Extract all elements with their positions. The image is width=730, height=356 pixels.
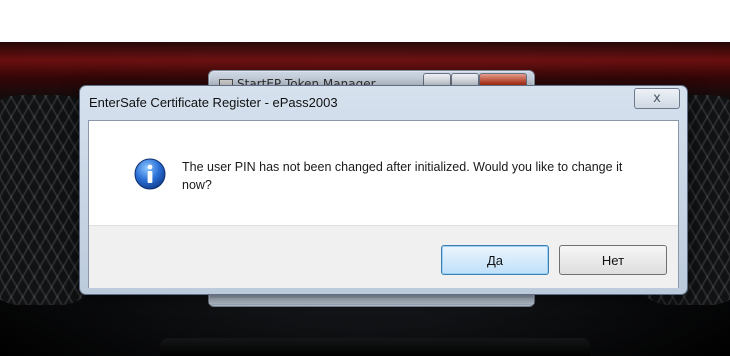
wallpaper-bottom-panel (160, 338, 590, 356)
message-dialog: EnterSafe Certificate Register - ePass20… (79, 85, 688, 295)
background-window-status (209, 298, 534, 304)
no-button[interactable]: Нет (559, 245, 667, 275)
dialog-content: The user PIN has not been changed after … (89, 121, 678, 225)
close-icon: x (653, 91, 661, 106)
dialog-button-bar: Да Нет (89, 225, 678, 288)
yes-button[interactable]: Да (441, 245, 549, 275)
info-icon (134, 158, 166, 190)
dialog-close-button[interactable]: x (634, 88, 680, 109)
screen-top-strip (0, 0, 730, 42)
dialog-body: The user PIN has not been changed after … (88, 120, 679, 288)
dialog-title: EnterSafe Certificate Register - ePass20… (89, 95, 338, 110)
desktop-background: StartEP Token Manager EnterSafe Certific… (0, 0, 730, 356)
dialog-message: The user PIN has not been changed after … (182, 160, 623, 192)
